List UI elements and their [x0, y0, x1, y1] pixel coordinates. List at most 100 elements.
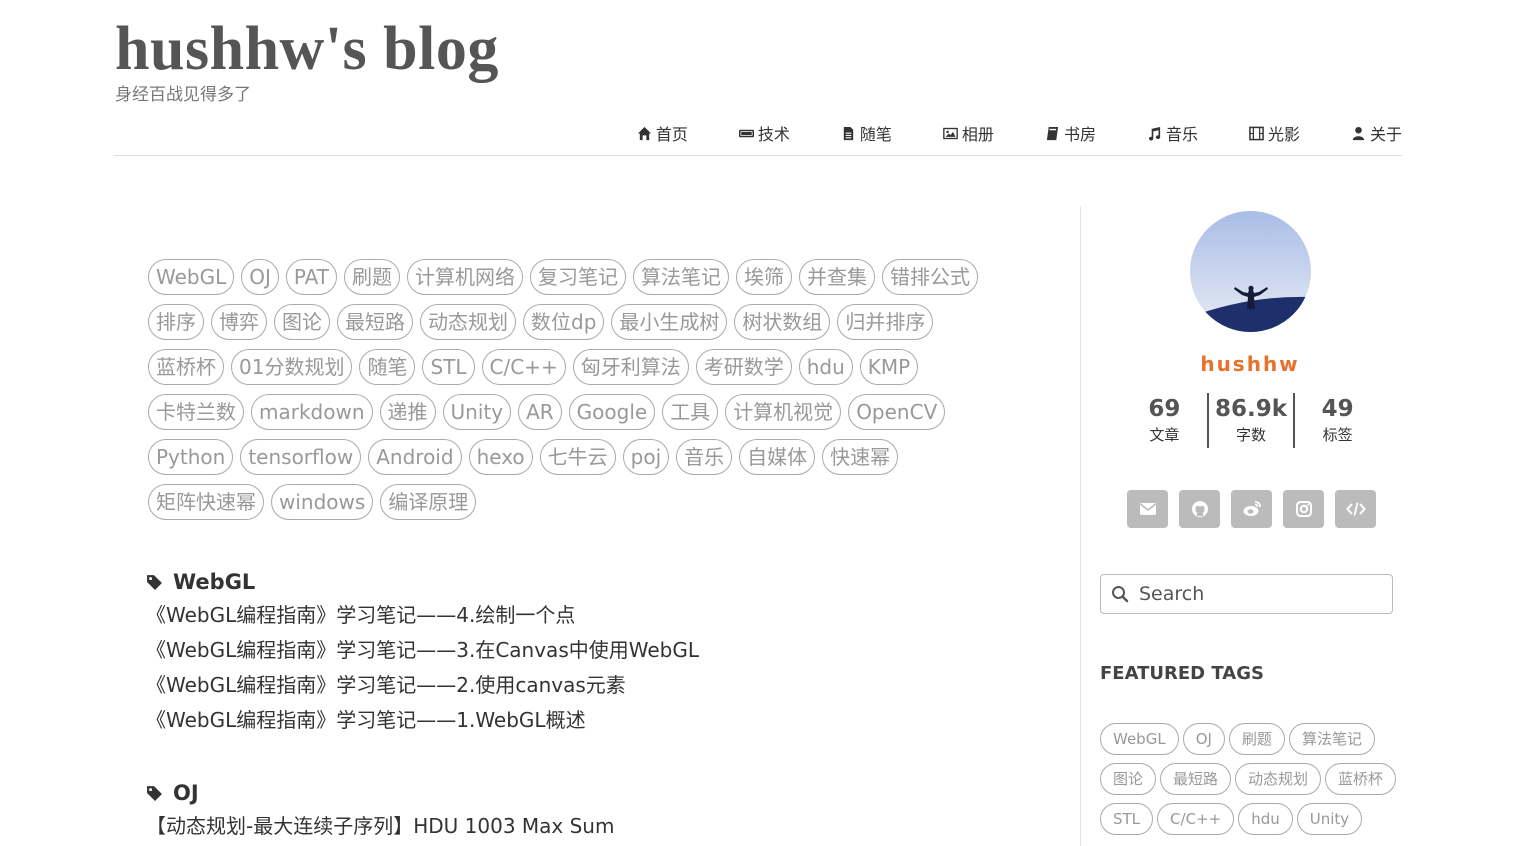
tag-pill[interactable]: 复习笔记 — [530, 259, 627, 295]
tag-pill[interactable]: 蓝桥杯 — [148, 349, 224, 385]
nav-item-about[interactable]: 关于 — [1351, 121, 1402, 145]
tag-pill[interactable]: 算法笔记 — [633, 259, 730, 295]
stat-number: 49 — [1321, 396, 1354, 422]
github-button[interactable] — [1179, 490, 1220, 528]
featured-tag[interactable]: Unity — [1296, 803, 1363, 835]
nav-item-study[interactable]: 书房 — [1045, 121, 1096, 145]
featured-tag[interactable]: 蓝桥杯 — [1325, 763, 1397, 795]
sidebar-divider — [1080, 206, 1081, 846]
tag-pill[interactable]: 数位dp — [523, 304, 605, 340]
code-button[interactable] — [1335, 490, 1376, 528]
nav-item-film[interactable]: 光影 — [1249, 121, 1300, 145]
stats: 69 文章 86.9k 字数 49 标签 — [1122, 393, 1380, 448]
tag-pill[interactable]: OJ — [241, 259, 279, 295]
featured-tag[interactable]: 动态规划 — [1235, 763, 1322, 795]
social-links — [1127, 490, 1376, 528]
tag-pill[interactable]: 矩阵快速幂 — [148, 484, 264, 520]
post-link[interactable]: 《WebGL编程指南》学习笔记——2.使用canvas元素 — [146, 668, 846, 703]
film-icon — [1249, 126, 1264, 140]
featured-tag[interactable]: hdu — [1238, 803, 1293, 835]
nav-item-tech[interactable]: 技术 — [738, 121, 790, 145]
tag-pill[interactable]: hdu — [798, 349, 853, 385]
tag-pill[interactable]: 并查集 — [799, 259, 876, 295]
author-name[interactable]: hushhw — [1150, 352, 1350, 376]
tag-pill[interactable]: 计算机视觉 — [725, 394, 842, 430]
tag-pill[interactable]: OpenCV — [848, 394, 946, 430]
tag-pill[interactable]: 树状数组 — [734, 304, 831, 340]
search-box[interactable] — [1100, 574, 1393, 614]
main-nav: 首页 技术 随笔 相册 书房 音乐 光影 关于 — [560, 117, 1402, 149]
tag-pill[interactable]: Google — [568, 394, 656, 430]
tag-pill[interactable]: 最短路 — [337, 304, 413, 340]
featured-tag[interactable]: 图论 — [1100, 763, 1157, 795]
tag-pill[interactable]: 排序 — [148, 304, 204, 340]
tag-pill[interactable]: 归并排序 — [837, 304, 934, 340]
nav-item-home[interactable]: 首页 — [637, 121, 688, 145]
instagram-button[interactable] — [1283, 490, 1324, 528]
featured-tag[interactable]: OJ — [1182, 723, 1225, 755]
nav-item-album[interactable]: 相册 — [943, 121, 994, 145]
weibo-button[interactable] — [1231, 490, 1272, 528]
post-link[interactable]: 【动态规划-最大连续子序列】HDU 1003 Max Sum — [146, 809, 846, 844]
tag-pill[interactable]: 01分数规划 — [231, 349, 353, 385]
nav-label: 光影 — [1267, 125, 1300, 144]
section-heading: OJ — [146, 777, 846, 809]
tag-pill[interactable]: 工具 — [662, 394, 719, 430]
tag-pill[interactable]: C/C++ — [481, 349, 566, 385]
tag-pill[interactable]: 计算机网络 — [407, 259, 524, 295]
tag-section-oj: OJ 【动态规划-最大连续子序列】HDU 1003 Max Sum — [146, 777, 846, 844]
tag-pill[interactable]: markdown — [251, 394, 373, 430]
nav-item-music[interactable]: 音乐 — [1147, 121, 1198, 145]
image-icon — [943, 127, 958, 139]
tag-pill[interactable]: 快速幂 — [822, 439, 899, 475]
tag-pill[interactable]: 递推 — [379, 394, 436, 430]
tag-pill[interactable]: AR — [518, 394, 562, 430]
tag-pill[interactable]: 刷题 — [344, 259, 401, 295]
tag-pill[interactable]: 博弈 — [211, 304, 267, 340]
nav-item-essays[interactable]: 随笔 — [841, 121, 892, 145]
header-divider — [114, 155, 1402, 156]
post-link[interactable]: 《WebGL编程指南》学习笔记——3.在Canvas中使用WebGL — [146, 633, 846, 668]
featured-tag[interactable]: 算法笔记 — [1288, 723, 1375, 755]
featured-tag[interactable]: 刷题 — [1228, 723, 1285, 755]
mail-button[interactable] — [1127, 490, 1168, 528]
tag-pill[interactable]: 最小生成树 — [611, 304, 728, 340]
tag-pill[interactable]: 七牛云 — [539, 439, 616, 475]
tag-pill[interactable]: Python — [148, 439, 234, 475]
user-icon — [1352, 126, 1365, 140]
featured-tag[interactable]: 最短路 — [1160, 763, 1232, 795]
tag-pill[interactable]: WebGL — [148, 259, 235, 295]
tag-pill[interactable]: tensorflow — [240, 439, 362, 475]
featured-tag[interactable]: C/C++ — [1157, 803, 1235, 835]
tag-icon — [147, 574, 162, 590]
tag-pill[interactable]: PAT — [285, 259, 338, 295]
tag-pill[interactable]: KMP — [859, 349, 919, 385]
tag-pill[interactable]: windows — [271, 484, 374, 520]
tag-pill[interactable]: Android — [368, 439, 462, 475]
tag-pill[interactable]: 埃筛 — [736, 259, 793, 295]
tag-pill[interactable]: 错排公式 — [882, 259, 979, 295]
featured-tag[interactable]: WebGL — [1100, 723, 1179, 755]
tag-pill[interactable]: 图论 — [274, 304, 330, 340]
post-link[interactable]: 《WebGL编程指南》学习笔记——4.绘制一个点 — [146, 598, 846, 633]
search-icon — [1112, 586, 1129, 603]
tag-pill[interactable]: 音乐 — [676, 439, 733, 475]
tag-pill[interactable]: 编译原理 — [380, 484, 477, 520]
nav-label: 相册 — [961, 125, 994, 144]
tag-pill[interactable]: 动态规划 — [420, 304, 516, 340]
tag-pill[interactable]: 考研数学 — [695, 349, 792, 385]
tag-pill[interactable]: 匈牙利算法 — [572, 349, 689, 385]
tag-pill[interactable]: STL — [422, 349, 475, 385]
stat-posts[interactable]: 69 文章 — [1122, 393, 1207, 448]
featured-tag[interactable]: STL — [1100, 803, 1154, 835]
search-input[interactable] — [1137, 582, 1377, 606]
tag-pill[interactable]: 随笔 — [359, 349, 416, 385]
tag-pill[interactable]: 卡特兰数 — [148, 394, 244, 430]
stat-tags[interactable]: 49 标签 — [1293, 393, 1380, 448]
site-title[interactable]: hushhw's blog — [115, 14, 499, 84]
tag-pill[interactable]: 自媒体 — [739, 439, 816, 475]
post-link[interactable]: 《WebGL编程指南》学习笔记——1.WebGL概述 — [146, 703, 846, 738]
tag-pill[interactable]: hexo — [468, 439, 533, 475]
tag-pill[interactable]: Unity — [442, 394, 512, 430]
tag-pill[interactable]: poj — [622, 439, 670, 475]
